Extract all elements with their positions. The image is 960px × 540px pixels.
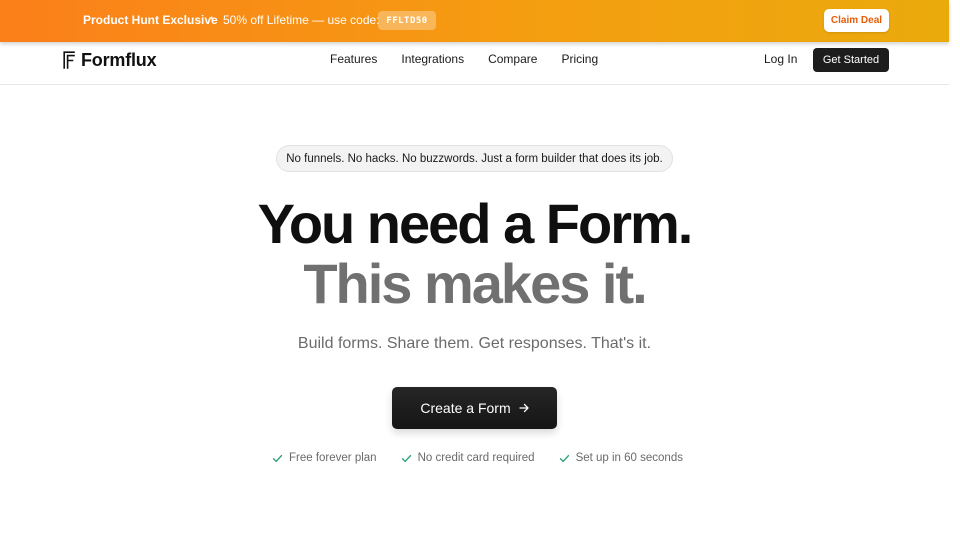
hero-headline: You need a Form. This makes it. <box>0 194 949 314</box>
tagline-pill: No funnels. No hacks. No buzzwords. Just… <box>276 145 673 172</box>
arrow-right-icon <box>518 403 529 413</box>
nav-link-compare[interactable]: Compare <box>488 52 537 66</box>
feature-label: Set up in 60 seconds <box>575 452 683 464</box>
promo-separator: • <box>210 13 214 23</box>
feature-label: Free forever plan <box>289 452 377 464</box>
login-link[interactable]: Log In <box>764 52 797 66</box>
get-started-button[interactable]: Get Started <box>813 48 889 72</box>
nav-link-integrations[interactable]: Integrations <box>401 52 464 66</box>
feature-list: Free forever plan No credit card require… <box>272 452 683 464</box>
formflux-logo-icon <box>63 51 75 69</box>
feature-label: No credit card required <box>417 452 535 464</box>
hero-subheadline: Build forms. Share them. Get responses. … <box>297 335 652 352</box>
headline-line-1: You need a Form. <box>257 192 694 255</box>
create-form-label: Create a Form <box>420 400 511 416</box>
promo-code-badge: FFLTD50 <box>378 11 436 30</box>
check-icon <box>272 454 283 462</box>
check-icon <box>559 454 569 462</box>
promo-title: Product Hunt Exclusive <box>83 13 218 27</box>
headline-line-2: This makes it. <box>303 252 647 315</box>
brand-name: Formflux <box>81 49 157 70</box>
claim-deal-button[interactable]: Claim Deal <box>824 9 889 32</box>
nav-link-features[interactable]: Features <box>330 52 377 66</box>
nav-links: Features Integrations Compare Pricing <box>330 52 598 66</box>
brand-logo-link[interactable]: Formflux <box>63 49 157 70</box>
feature-item: Set up in 60 seconds <box>559 452 683 464</box>
feature-item: Free forever plan <box>272 452 377 464</box>
feature-item: No credit card required <box>401 452 535 464</box>
nav-link-pricing[interactable]: Pricing <box>561 52 598 66</box>
check-icon <box>401 454 411 462</box>
promo-banner: Product Hunt Exclusive • 50% off Lifetim… <box>0 0 949 42</box>
create-form-button[interactable]: Create a Form <box>392 387 557 429</box>
promo-offer-text: 50% off Lifetime — use code: <box>223 13 380 27</box>
navbar: Formflux Features Integrations Compare P… <box>0 42 949 85</box>
